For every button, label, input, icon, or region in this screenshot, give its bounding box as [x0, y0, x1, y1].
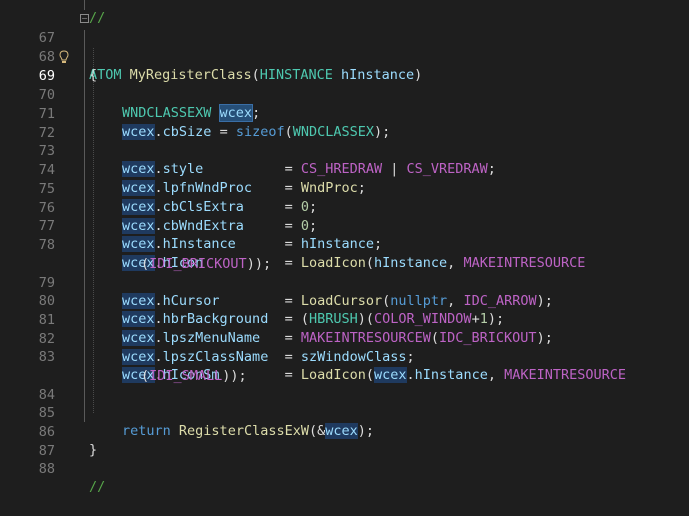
fold-collapse-icon[interactable]: −	[80, 14, 89, 23]
code-line-88[interactable]: 88 //	[0, 441, 689, 496]
code-line-80[interactable]: 80 wcex.hbrBackground = (HBRUSH)(COLOR_W…	[0, 273, 689, 328]
code-line-86[interactable]: 86 }	[0, 404, 689, 459]
code-line-prev: //	[0, 0, 689, 26]
code-line-84[interactable]: 84	[0, 367, 689, 403]
code-line-87[interactable]: 87	[0, 423, 689, 459]
code-line-78[interactable]: 78 wcex.hIcon = LoadIcon(hInstance, MAKE…	[0, 217, 689, 272]
code-line-78-wrap: (IDI_BRICKOUT));	[0, 236, 689, 272]
code-line-71[interactable]: 71 wcex.cbSize = sizeof(WNDCLASSEX);	[0, 86, 689, 141]
code-line-68[interactable]: 68 {	[0, 29, 689, 84]
code-line-75[interactable]: 75 wcex.cbClsExtra = 0;	[0, 161, 689, 216]
code-line-81[interactable]: 81 wcex.lpszMenuName = MAKEINTRESOURCEW(…	[0, 292, 689, 347]
lightbulb-icon[interactable]	[59, 50, 69, 64]
code-line-67[interactable]: 67 − ATOM MyRegisterClass(HINSTANCE hIns…	[0, 10, 689, 83]
code-line-74[interactable]: 74 wcex.lpfnWndProc = WndProc;	[0, 142, 689, 197]
code-line-76[interactable]: 76 wcex.cbWndExtra = 0;	[0, 180, 689, 235]
code-line-70[interactable]: 70	[0, 67, 689, 103]
code-text: //	[89, 479, 106, 496]
code-line-83-wrap: (IDI_SMALL));	[0, 348, 689, 384]
code-line-77[interactable]: 77 wcex.hInstance = hInstance;	[0, 198, 689, 253]
code-line-82[interactable]: 82 wcex.lpszClassName = szWindowClass;	[0, 311, 689, 366]
code-line-72[interactable]: 72	[0, 105, 689, 141]
code-line-83[interactable]: 83 wcex.hIconSm = LoadIcon(wcex.hInstanc…	[0, 329, 689, 384]
code-editor[interactable]: // 67 − ATOM MyRegisterClass(HINSTANCE h…	[0, 0, 689, 495]
code-line-85[interactable]: 85 return RegisterClassExW(&wcex);	[0, 385, 689, 440]
code-line-73[interactable]: 73 wcex.style = CS_HREDRAW | CS_VREDRAW;	[0, 123, 689, 178]
code-line-69[interactable]: 69 WNDCLASSEXW wcex;	[0, 48, 689, 123]
line-number: 88	[38, 460, 55, 477]
code-line-79[interactable]: 79 wcex.hCursor = LoadCursor(nullptr, ID…	[0, 255, 689, 310]
